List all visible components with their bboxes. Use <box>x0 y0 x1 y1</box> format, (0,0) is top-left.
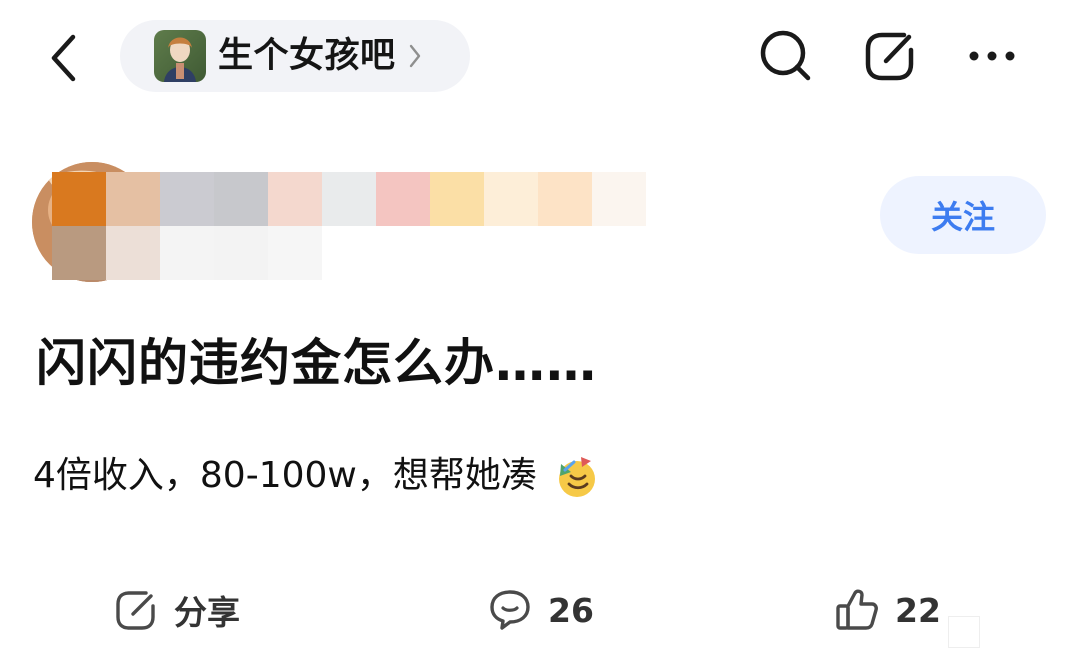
forum-pill[interactable]: 生个女孩吧 <box>120 20 470 92</box>
post-body-text: 4倍收入，80-100w，想帮她凑 <box>33 455 537 497</box>
post-screen: 生个女孩吧 关注 闪闪的违约金怎么办…… 4倍收入，80-100w，想帮她凑 分… <box>0 0 1080 660</box>
more-button[interactable] <box>962 26 1022 86</box>
comment-action[interactable]: 26 <box>486 584 594 636</box>
forum-name: 生个女孩吧 <box>218 35 396 76</box>
compose-button[interactable] <box>860 26 920 86</box>
like-action[interactable]: 22 <box>833 584 941 636</box>
author-info[interactable] <box>32 158 646 283</box>
watermark-mark <box>948 616 980 648</box>
post-title: 闪闪的违约金怎么办…… <box>36 334 597 392</box>
follow-button[interactable]: 关注 <box>880 176 1046 254</box>
comment-count: 26 <box>548 590 594 630</box>
search-button[interactable] <box>756 26 816 86</box>
chevron-right-icon <box>408 41 424 71</box>
more-horizontal-icon <box>969 51 1015 61</box>
compose-icon <box>865 32 914 81</box>
like-count: 22 <box>895 590 941 630</box>
chevron-left-icon <box>51 34 76 82</box>
share-action[interactable]: 分享 <box>112 584 240 636</box>
thumbs-up-icon <box>833 586 881 634</box>
comment-icon <box>486 586 534 634</box>
author-name-obscured <box>52 172 646 280</box>
search-icon <box>760 30 811 81</box>
share-label: 分享 <box>174 593 240 632</box>
post-body: 4倍收入，80-100w，想帮她凑 <box>33 452 599 500</box>
forum-avatar <box>154 30 206 82</box>
party-emoji-icon <box>551 452 599 500</box>
share-icon <box>112 586 160 634</box>
back-button[interactable] <box>34 28 94 88</box>
